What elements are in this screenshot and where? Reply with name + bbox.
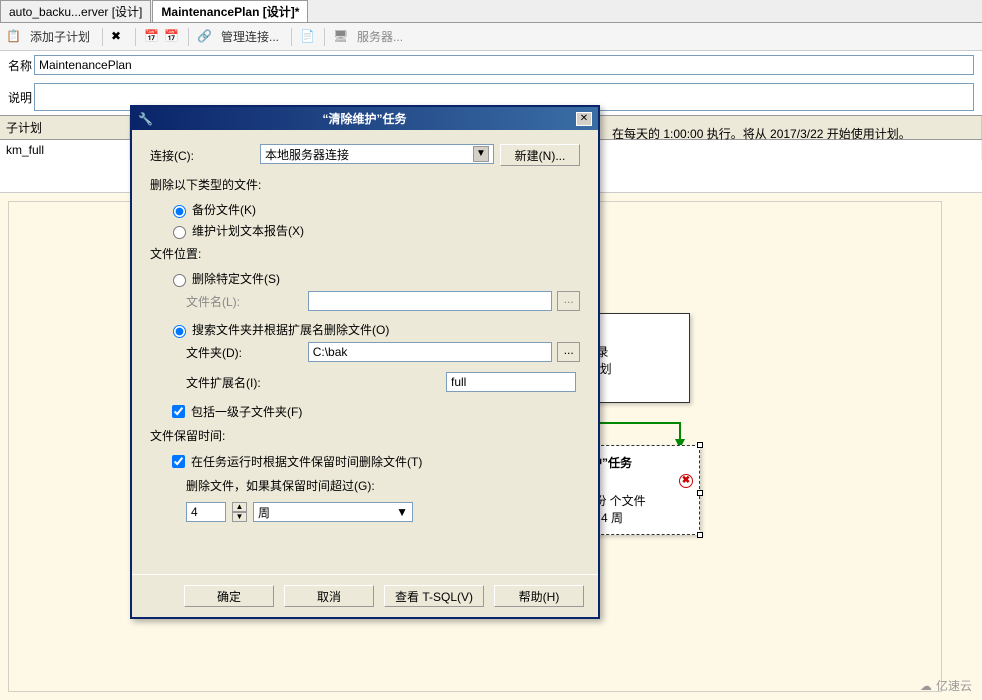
watermark-text: 亿速云 xyxy=(936,677,972,694)
connection-value: 本地服务器连接 xyxy=(265,146,349,163)
cleanup-task-dialog: 🔧 “清除维护”任务 ✕ 连接(C): 本地服务器连接 ▼ 新建(N)... 删… xyxy=(130,105,600,619)
dialog-title: “清除维护”任务 xyxy=(322,110,406,127)
col-subplan[interactable]: 子计划 xyxy=(0,116,130,139)
servers-icon: 🖥 xyxy=(333,29,349,45)
toolbar: 📋 添加子计划 ✖ 📅 📅 🔗 管理连接... 📄 🖥 服务器... xyxy=(0,23,982,51)
folder-label: 文件夹(D): xyxy=(186,344,308,361)
ok-button[interactable]: 确定 xyxy=(184,585,274,607)
radio-search-label: 搜索文件夹并根据扩展名删除文件(O) xyxy=(192,321,389,338)
new-connection-button[interactable]: 新建(N)... xyxy=(500,144,580,166)
connections-icon: 🔗 xyxy=(197,29,213,45)
document-tabs: auto_backu...erver [设计] MaintenancePlan … xyxy=(0,0,982,23)
watermark: ☁ 亿速云 xyxy=(920,677,972,694)
filename-input xyxy=(308,291,552,311)
folder-input[interactable] xyxy=(308,342,552,362)
filename-label: 文件名(L): xyxy=(186,293,308,310)
age-spinner[interactable]: ▲▼ xyxy=(232,502,247,522)
close-icon[interactable]: ✕ xyxy=(576,112,592,126)
tab-autobackup[interactable]: auto_backu...erver [设计] xyxy=(0,0,151,22)
radio-backup-files[interactable] xyxy=(173,205,186,218)
cloud-icon: ☁ xyxy=(920,679,932,693)
add-subplan-button[interactable]: 添加子计划 xyxy=(26,26,94,47)
radio-report-label: 维护计划文本报告(X) xyxy=(192,222,304,239)
manage-connections-button[interactable]: 管理连接... xyxy=(217,26,283,47)
radio-specific-file[interactable] xyxy=(173,274,186,287)
dialog-titlebar[interactable]: 🔧 “清除维护”任务 ✕ xyxy=(132,107,598,130)
wizard-icon: 🔧 xyxy=(138,112,153,126)
connection-combo[interactable]: 本地服务器连接 ▼ xyxy=(260,144,494,164)
radio-search-folder[interactable] xyxy=(173,325,186,338)
age-threshold-label: 删除文件，如果其保留时间超过(G): xyxy=(186,477,580,494)
name-label: 名称 xyxy=(8,57,34,74)
calendar-icon[interactable]: 📅 xyxy=(144,29,160,45)
age-unit-combo[interactable]: 周 ▼ xyxy=(253,502,413,522)
browse-file-button: ... xyxy=(557,291,580,311)
chevron-down-icon[interactable]: ▼ xyxy=(396,505,408,519)
radio-report-files[interactable] xyxy=(173,226,186,239)
error-icon: ✖ xyxy=(679,474,693,488)
delete-type-label: 删除以下类型的文件: xyxy=(150,176,580,193)
name-field[interactable]: MaintenancePlan xyxy=(34,55,974,75)
view-tsql-button[interactable]: 查看 T-SQL(V) xyxy=(384,585,484,607)
radio-backup-label: 备份文件(K) xyxy=(192,201,256,218)
close-icon[interactable]: ✖ xyxy=(111,29,127,45)
delete-by-age-label: 在任务运行时根据文件保留时间删除文件(T) xyxy=(191,453,422,470)
help-button[interactable]: 帮助(H) xyxy=(494,585,584,607)
desc-label: 说明 xyxy=(8,89,34,106)
age-unit-value: 周 xyxy=(258,504,270,521)
browse-folder-button[interactable]: ... xyxy=(557,342,580,362)
schedule-text: 在每天的 1:00:00 执行。将从 2017/3/22 开始使用计划。 xyxy=(612,125,911,142)
extension-input[interactable] xyxy=(446,372,576,392)
spin-down-icon[interactable]: ▼ xyxy=(232,512,247,522)
connection-label: 连接(C): xyxy=(150,147,260,164)
chevron-down-icon[interactable]: ▼ xyxy=(473,146,489,162)
include-subfolders-checkbox[interactable] xyxy=(172,405,185,418)
retention-label: 文件保留时间: xyxy=(150,427,580,444)
file-location-label: 文件位置: xyxy=(150,245,580,262)
radio-specific-label: 删除特定文件(S) xyxy=(192,270,280,287)
extension-label: 文件扩展名(I): xyxy=(186,374,316,391)
age-number-input[interactable] xyxy=(186,502,226,522)
cancel-button[interactable]: 取消 xyxy=(284,585,374,607)
add-subplan-icon: 📋 xyxy=(6,29,22,45)
row-subplan[interactable]: km_full xyxy=(0,140,130,160)
include-subfolders-label: 包括一级子文件夹(F) xyxy=(191,403,302,420)
delete-by-age-checkbox[interactable] xyxy=(172,455,185,468)
spin-up-icon[interactable]: ▲ xyxy=(232,502,247,512)
servers-button: 服务器... xyxy=(353,26,407,47)
name-row: 名称 MaintenancePlan xyxy=(0,51,982,79)
calendar-x-icon[interactable]: 📅 xyxy=(164,29,180,45)
tab-maintenanceplan[interactable]: MaintenancePlan [设计]* xyxy=(152,0,308,22)
report-icon[interactable]: 📄 xyxy=(300,29,316,45)
